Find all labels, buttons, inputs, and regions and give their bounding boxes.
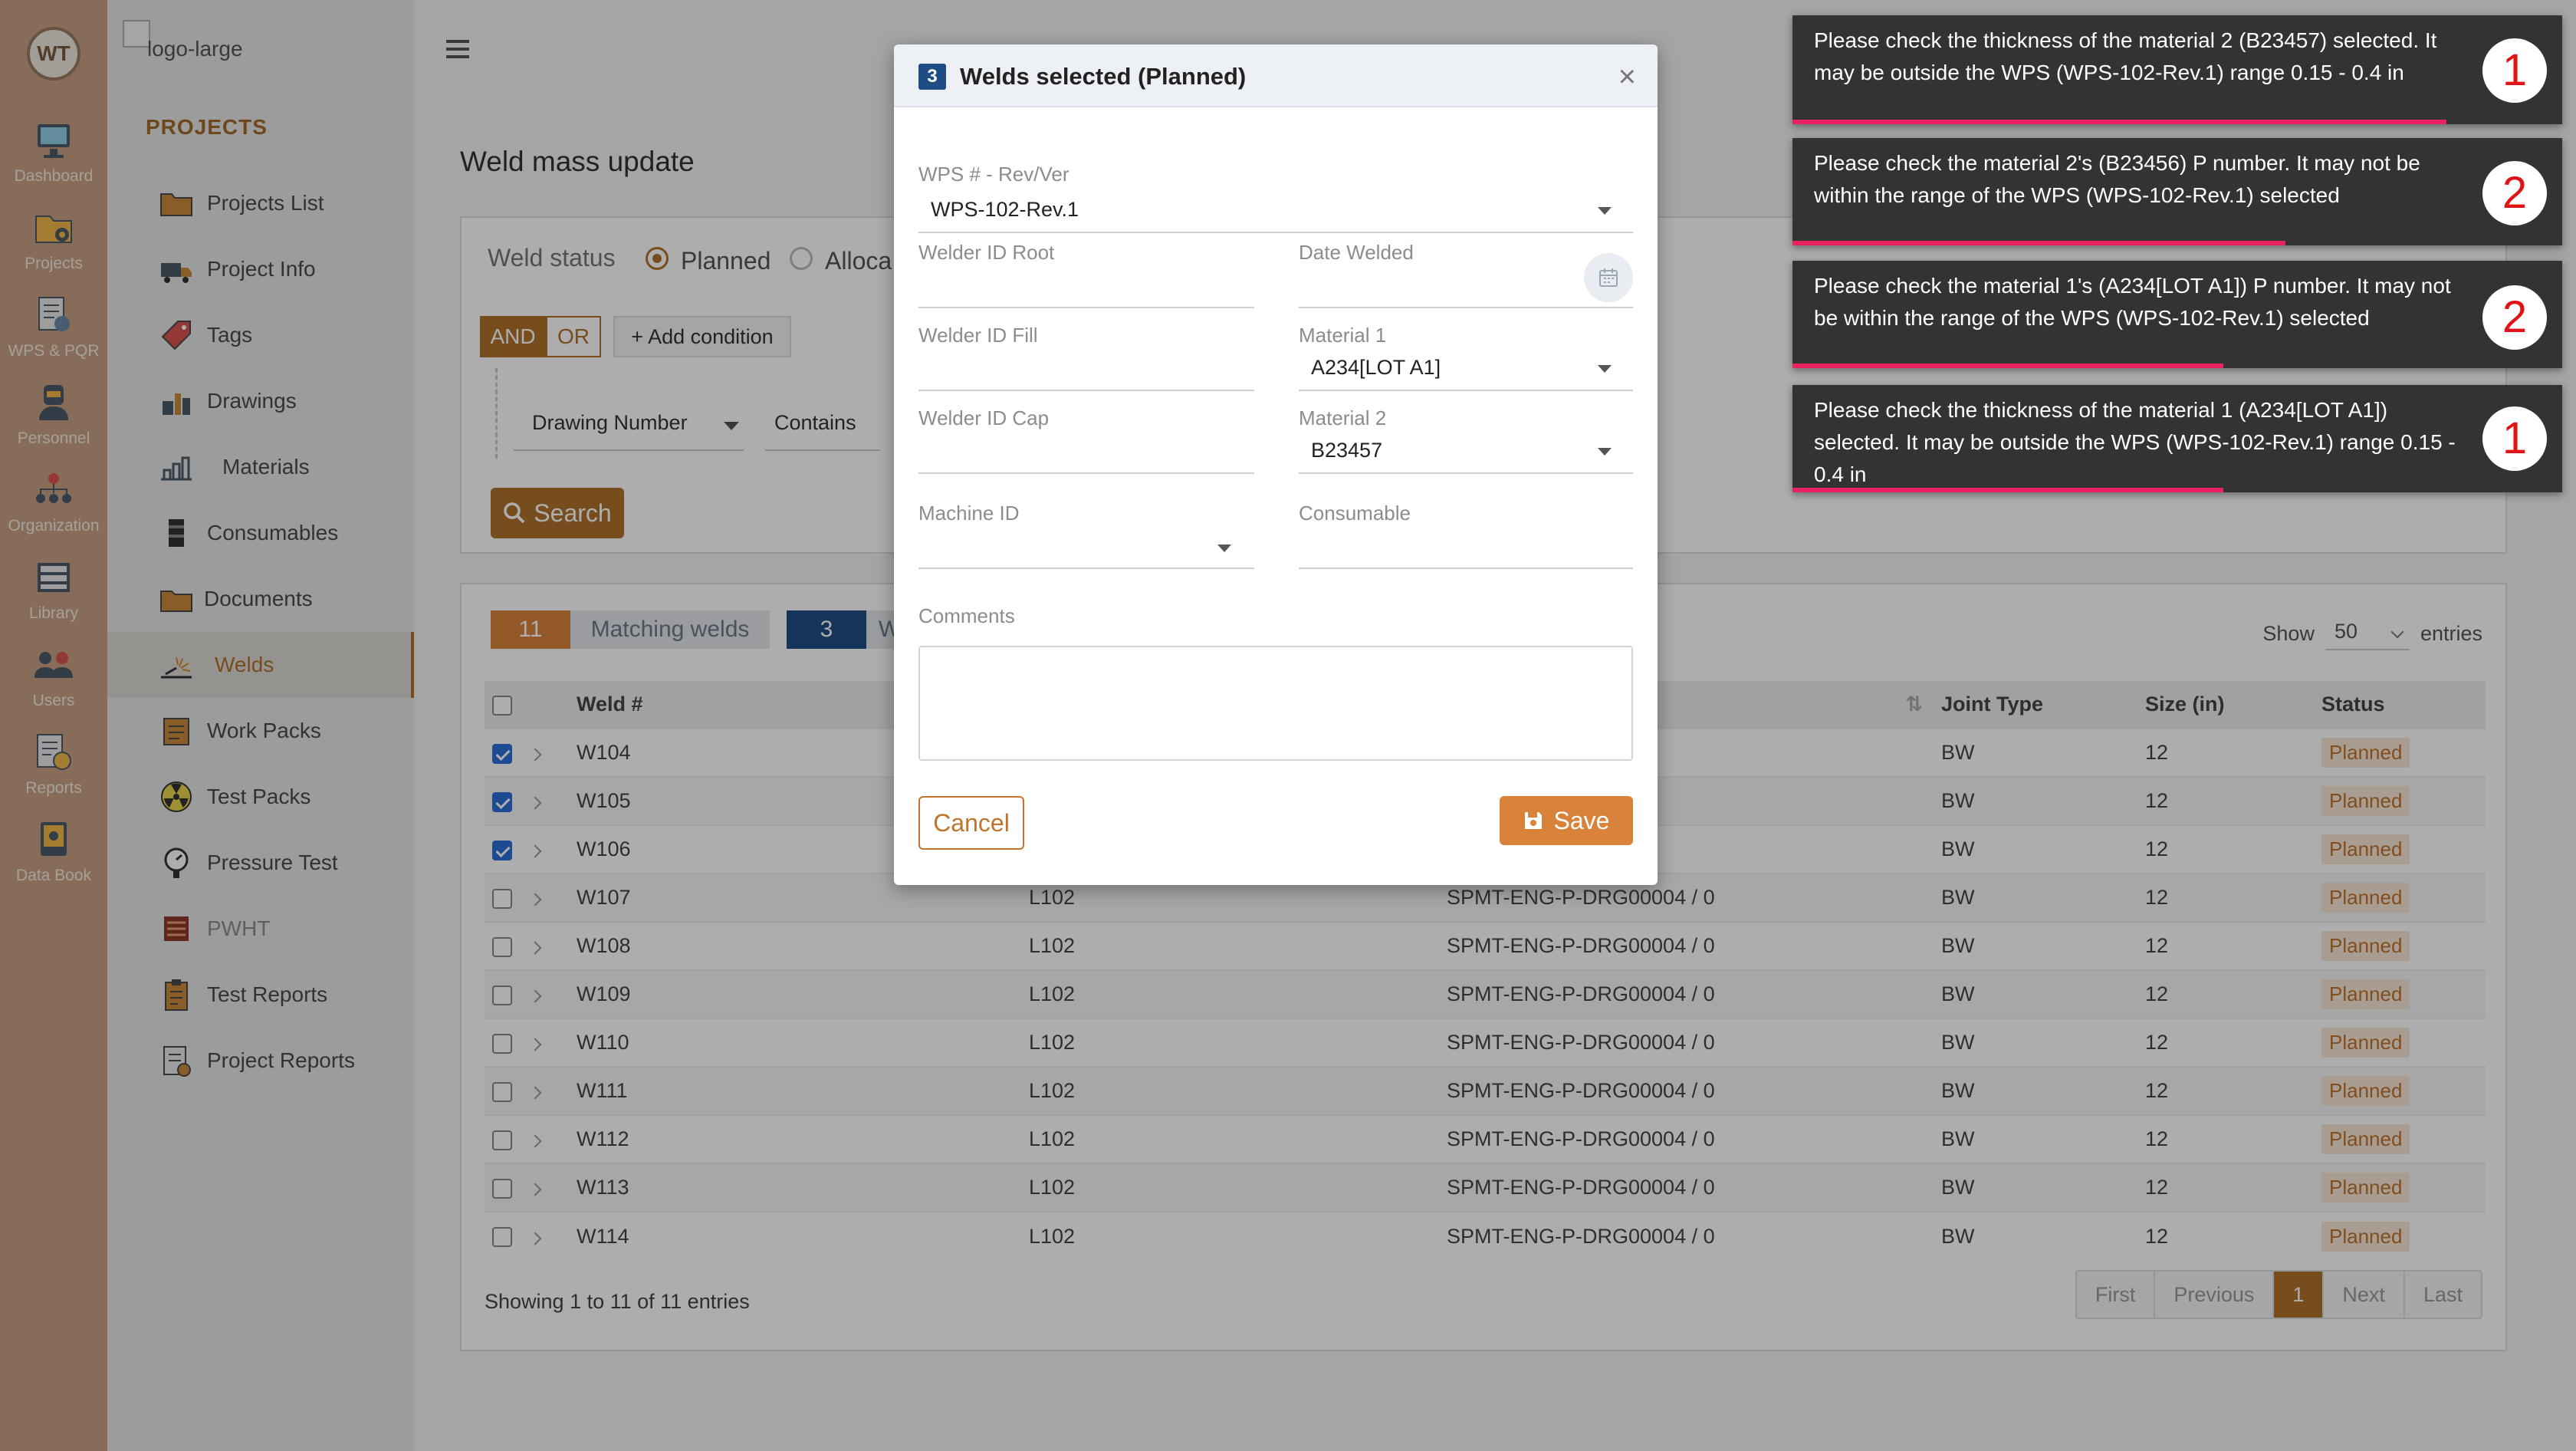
toast-progress-bar: [1792, 120, 2447, 124]
floppy-disk-icon: [1524, 812, 1542, 829]
modal-title: Welds selected (Planned): [960, 63, 1247, 90]
close-icon[interactable]: ×: [1618, 60, 1636, 94]
toast-count-badge: 1: [2482, 406, 2547, 471]
toast-progress-bar: [1792, 241, 2285, 245]
welder-cap-label: Welder ID Cap: [918, 406, 1050, 429]
toast-notification[interactable]: Please check the material 1's (A234[LOT …: [1792, 261, 2562, 368]
consumable-input[interactable]: [1299, 568, 1633, 569]
save-button[interactable]: Save: [1500, 796, 1633, 845]
chevron-down-icon: [1598, 207, 1612, 215]
modal-count-badge: 3: [918, 64, 946, 90]
cancel-button[interactable]: Cancel: [918, 796, 1024, 850]
chevron-down-icon: [1598, 365, 1612, 373]
toast-progress-bar: [1792, 488, 2224, 492]
toast-message: Please check the material 2's (B23456) P…: [1814, 151, 2420, 207]
date-welded-input[interactable]: [1299, 307, 1633, 308]
toast-count-badge: 2: [2482, 161, 2547, 225]
consumable-label: Consumable: [1299, 502, 1411, 525]
welder-fill-label: Welder ID Fill: [918, 324, 1038, 347]
toast-message: Please check the material 1's (A234[LOT …: [1814, 274, 2451, 330]
toast-notification[interactable]: Please check the thickness of the materi…: [1792, 385, 2562, 492]
modal-header: 3 Welds selected (Planned) ×: [894, 44, 1658, 107]
welder-cap-input[interactable]: [918, 472, 1254, 474]
comments-label: Comments: [918, 604, 1015, 627]
material2-label: Material 2: [1299, 406, 1387, 429]
toast-count-badge: 2: [2482, 285, 2547, 350]
toast-message: Please check the thickness of the materi…: [1814, 28, 2437, 84]
toast-notification[interactable]: Please check the thickness of the materi…: [1792, 15, 2562, 124]
calendar-icon[interactable]: [1584, 253, 1633, 302]
toast-count-badge: 1: [2482, 38, 2547, 103]
comments-textarea[interactable]: [918, 646, 1633, 761]
wps-select[interactable]: WPS-102-Rev.1: [931, 198, 1079, 222]
chevron-down-icon: [1598, 448, 1612, 456]
welder-fill-input[interactable]: [918, 390, 1254, 391]
toast-message: Please check the thickness of the materi…: [1814, 398, 2456, 486]
machine-select[interactable]: [918, 568, 1254, 569]
welder-root-input[interactable]: [918, 307, 1254, 308]
wps-label: WPS # - Rev/Ver: [918, 163, 1070, 186]
toast-notification[interactable]: Please check the material 2's (B23456) P…: [1792, 138, 2562, 245]
date-welded-label: Date Welded: [1299, 241, 1414, 264]
welder-root-label: Welder ID Root: [918, 241, 1055, 264]
material1-select[interactable]: A234[LOT A1]: [1311, 356, 1441, 380]
chevron-down-icon: [1217, 545, 1231, 552]
material2-select[interactable]: B23457: [1311, 439, 1382, 462]
machine-label: Machine ID: [918, 502, 1020, 525]
mass-update-modal: 3 Welds selected (Planned) × WPS # - Rev…: [894, 44, 1658, 885]
material1-label: Material 1: [1299, 324, 1387, 347]
toast-progress-bar: [1792, 364, 2224, 368]
